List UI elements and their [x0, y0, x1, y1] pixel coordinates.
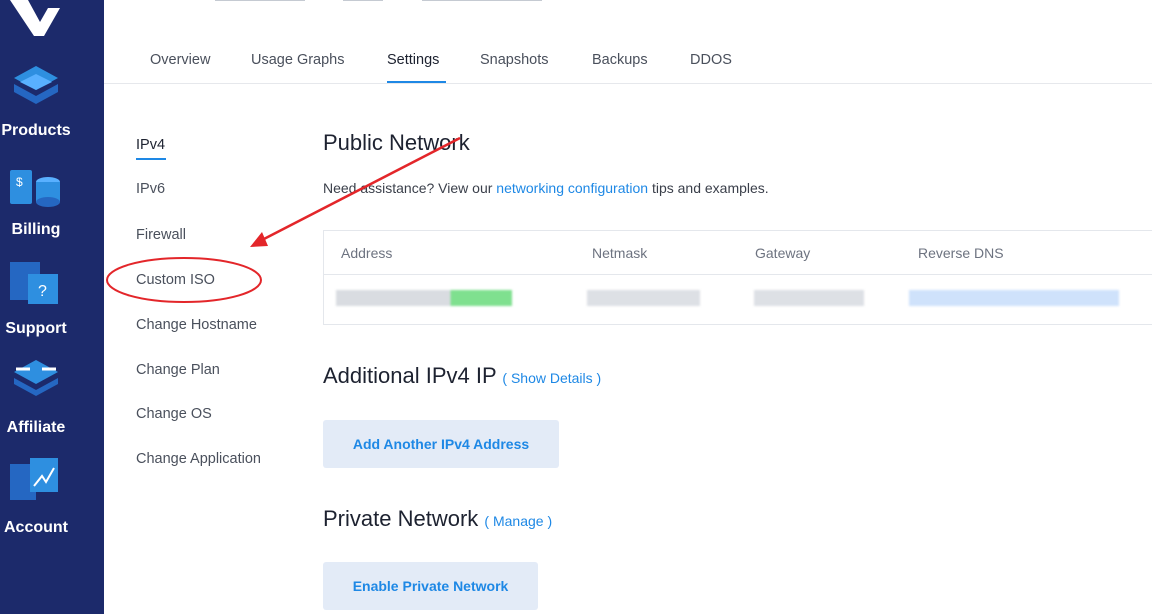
sidebar-item-products[interactable]: Products [0, 62, 104, 158]
subnav-change-os[interactable]: Change OS [136, 406, 212, 422]
column-gateway: Gateway [755, 245, 811, 261]
tab-backups[interactable]: Backups [592, 52, 648, 68]
column-address: Address [341, 245, 393, 261]
enable-private-network-button[interactable]: Enable Private Network [323, 562, 538, 610]
additional-ipv4-title: Additional IPv4 IP ( Show Details ) [323, 363, 601, 389]
show-details-link[interactable]: ( Show Details ) [502, 370, 601, 386]
breadcrumb [215, 0, 542, 4]
private-network-title: Private Network ( Manage ) [323, 506, 552, 532]
private-network-title-text: Private Network [323, 506, 479, 531]
ip-table: Address Netmask Gateway Reverse DNS [323, 230, 1152, 325]
products-icon [14, 66, 58, 104]
account-icon [10, 458, 58, 500]
svg-text:$: $ [16, 175, 23, 189]
sidebar: Products $ Billing ? Support Affiliate A… [0, 0, 104, 614]
sidebar-item-label: Support [5, 320, 67, 337]
support-icon: ? [10, 262, 58, 304]
public-network-title: Public Network [323, 130, 470, 155]
affiliate-icon [14, 360, 58, 396]
subnav-change-application[interactable]: Change Application [136, 451, 261, 467]
tab-settings[interactable]: Settings [387, 52, 439, 68]
tab-ddos[interactable]: DDOS [690, 52, 732, 68]
sidebar-item-support[interactable]: ? Support [0, 258, 104, 354]
svg-text:?: ? [38, 283, 47, 300]
manage-link[interactable]: ( Manage ) [484, 513, 552, 529]
sidebar-item-label: Products [1, 122, 71, 139]
address-redacted [336, 290, 512, 306]
sidebar-item-account[interactable]: Account [0, 456, 104, 552]
tab-usage-graphs[interactable]: Usage Graphs [251, 52, 345, 68]
gateway-redacted [754, 290, 864, 306]
annotation-arrowhead [250, 232, 268, 247]
subnav-firewall[interactable]: Firewall [136, 227, 186, 243]
sidebar-item-label: Affiliate [6, 419, 66, 436]
billing-icon: $ [10, 170, 60, 207]
active-subnav-indicator [136, 158, 166, 160]
networking-configuration-link[interactable]: networking configuration [496, 180, 648, 196]
subnav-change-plan[interactable]: Change Plan [136, 362, 220, 378]
add-ipv4-address-button[interactable]: Add Another IPv4 Address [323, 420, 559, 468]
assistance-text: Need assistance? View our networking con… [323, 180, 769, 196]
sidebar-item-billing[interactable]: $ Billing [0, 164, 104, 260]
subnav-change-hostname[interactable]: Change Hostname [136, 317, 257, 333]
active-tab-indicator [387, 81, 446, 83]
tab-bar: Overview Usage Graphs Settings Snapshots… [104, 40, 1152, 84]
table-header: Address Netmask Gateway Reverse DNS [324, 231, 1152, 275]
assist-prefix: Need assistance? View our [323, 180, 497, 196]
netmask-redacted [587, 290, 700, 306]
tab-overview[interactable]: Overview [150, 52, 210, 68]
tab-snapshots[interactable]: Snapshots [480, 52, 549, 68]
subnav-custom-iso[interactable]: Custom ISO [136, 272, 215, 288]
column-reverse-dns: Reverse DNS [918, 245, 1004, 261]
reverse-dns-redacted [909, 290, 1119, 306]
sidebar-item-label: Account [4, 519, 68, 536]
assist-suffix: tips and examples. [648, 180, 769, 196]
sidebar-item-affiliate[interactable]: Affiliate [0, 358, 104, 454]
column-netmask: Netmask [592, 245, 648, 261]
subnav-ipv4[interactable]: IPv4 [136, 137, 165, 153]
additional-ipv4-title-text: Additional IPv4 IP [323, 363, 497, 388]
vultr-logo[interactable] [0, 0, 60, 38]
sidebar-item-label: Billing [11, 221, 61, 238]
subnav-ipv6[interactable]: IPv6 [136, 181, 165, 197]
